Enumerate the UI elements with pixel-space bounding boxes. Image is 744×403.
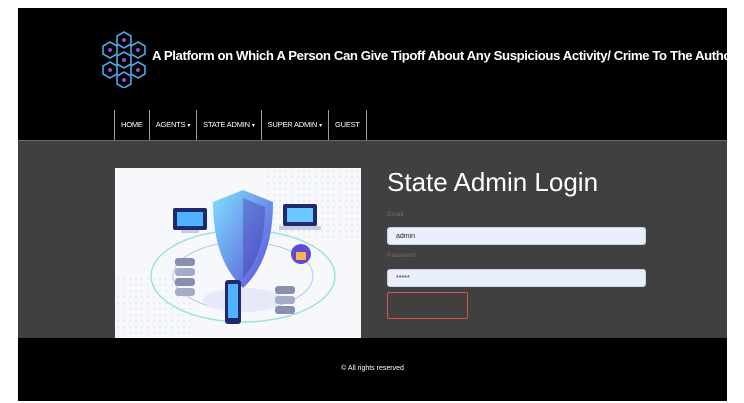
copyright-text: © All rights reserved: [341, 365, 404, 372]
main-content: State Admin Login Email Password: [18, 140, 727, 341]
password-input[interactable]: [387, 269, 646, 287]
nav-agents-label: AGENTS: [155, 120, 186, 129]
nav-guest[interactable]: GUEST: [327, 110, 367, 140]
nav-guest-label: GUEST: [334, 120, 360, 129]
nav-super-admin-dropdown[interactable]: SUPER ADMIN ▾: [260, 110, 328, 140]
site-footer: © All rights reserved: [18, 338, 727, 401]
login-button[interactable]: [387, 292, 468, 319]
caret-down-icon: ▾: [187, 123, 191, 129]
caret-down-icon: ▾: [251, 123, 255, 129]
nav-super-admin-label: SUPER ADMIN: [267, 120, 318, 129]
email-input[interactable]: [387, 227, 646, 245]
email-label: Email: [387, 211, 404, 218]
nav-state-admin-dropdown[interactable]: STATE ADMIN ▾: [196, 110, 261, 140]
nav-home[interactable]: HOME: [114, 110, 149, 140]
security-shield-illustration: [115, 168, 361, 341]
login-title: State Admin Login: [387, 167, 599, 197]
site-title: A Platform on Which A Person Can Give Ti…: [152, 48, 727, 63]
page-frame: A Platform on Which A Person Can Give Ti…: [18, 8, 727, 401]
security-illustration: [115, 168, 361, 341]
caret-down-icon: ▾: [319, 123, 322, 129]
site-header: A Platform on Which A Person Can Give Ti…: [18, 8, 727, 140]
nav-agents-dropdown[interactable]: AGENTS ▾: [148, 110, 196, 140]
password-label: Password: [387, 252, 416, 259]
network-cubes-logo: [102, 31, 146, 88]
nav-home-label: HOME: [121, 120, 143, 129]
nav-state-admin-label: STATE ADMIN: [203, 120, 250, 129]
main-nav: HOME AGENTS ▾ STATE ADMIN ▾ SUPER ADMIN ▾ G…: [114, 110, 367, 140]
